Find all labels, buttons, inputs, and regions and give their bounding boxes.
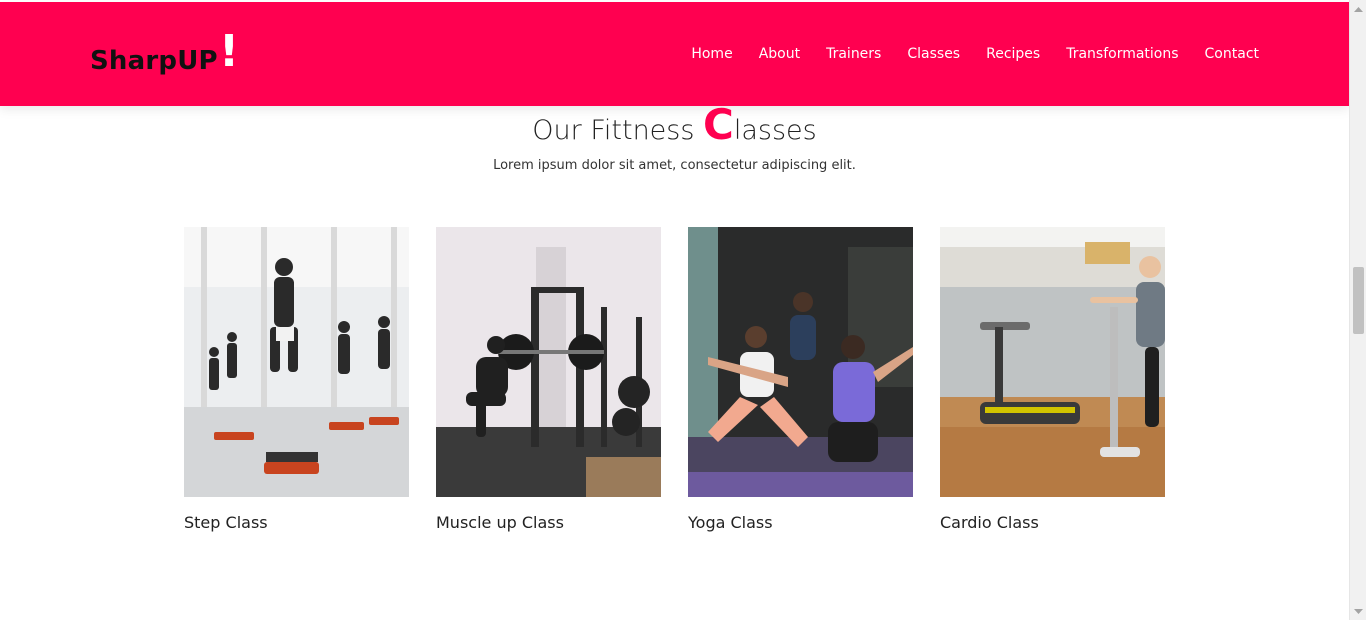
class-label-step: Step Class [184, 513, 268, 532]
class-card-step[interactable]: Step Class [184, 227, 409, 532]
class-label-cardio: Cardio Class [940, 513, 1039, 532]
section-title-capital: C [703, 100, 734, 149]
nav-transformations[interactable]: Transformations [1066, 46, 1178, 62]
class-label-muscle-up: Muscle up Class [436, 513, 564, 532]
step-class-image [184, 227, 409, 497]
brand-exclamation-mark: ! [219, 26, 240, 77]
class-cards: Step Class Muscle up Class Yoga Class Ca… [184, 227, 1165, 532]
brand-logo[interactable]: SharpUP [90, 46, 218, 76]
class-card-muscle-up[interactable]: Muscle up Class [436, 227, 661, 532]
cardio-class-image [940, 227, 1165, 497]
nav-classes[interactable]: Classes [907, 46, 960, 62]
nav-contact[interactable]: Contact [1205, 46, 1259, 62]
nav-recipes[interactable]: Recipes [986, 46, 1040, 62]
section-title: Our Fittness Classes [0, 100, 1349, 149]
nav-trainers[interactable]: Trainers [826, 46, 881, 62]
main-nav: Home About Trainers Classes Recipes Tran… [691, 46, 1259, 62]
nav-about[interactable]: About [759, 46, 800, 62]
section-subtitle: Lorem ipsum dolor sit amet, consectetur … [493, 158, 856, 173]
section-title-pre: Our Fittness [532, 115, 704, 146]
brand-name: SharpUP [90, 46, 218, 76]
vertical-scrollbar[interactable] [1349, 0, 1366, 620]
page: SharpUP ! Home About Trainers Classes Re… [0, 0, 1366, 620]
site-header: SharpUP ! Home About Trainers Classes Re… [0, 2, 1349, 106]
muscle-up-class-image [436, 227, 661, 497]
nav-home[interactable]: Home [691, 46, 732, 62]
class-label-yoga: Yoga Class [688, 513, 773, 532]
scroll-up-arrow-icon[interactable] [1350, 0, 1366, 17]
class-card-cardio[interactable]: Cardio Class [940, 227, 1165, 532]
yoga-class-image [688, 227, 913, 497]
scroll-down-arrow-icon[interactable] [1350, 603, 1366, 620]
scrollbar-thumb[interactable] [1353, 267, 1364, 334]
section-title-post: lasses [733, 115, 817, 146]
class-card-yoga[interactable]: Yoga Class [688, 227, 913, 532]
